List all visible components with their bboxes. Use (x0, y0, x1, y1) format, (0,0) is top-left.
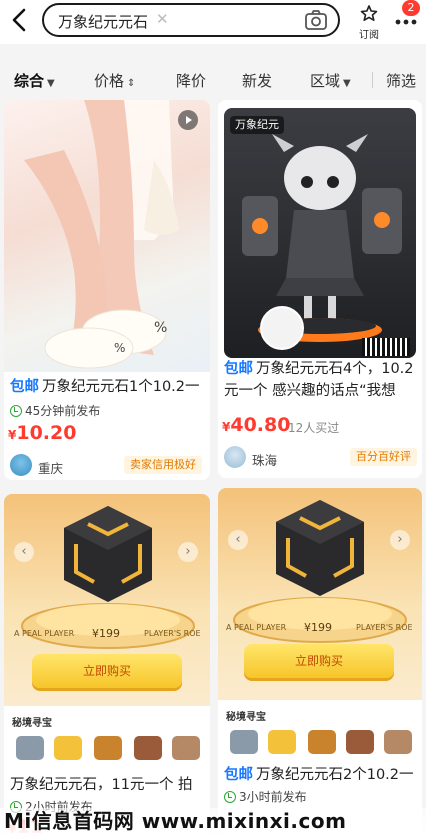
buy-now-button[interactable]: 立即购买 (244, 644, 394, 678)
seller-avatar[interactable] (10, 454, 32, 476)
sort-price[interactable]: 价格 ⇕ (94, 70, 135, 91)
svg-text:A PEAL PLAYER: A PEAL PLAYER (226, 623, 287, 632)
product-card[interactable]: 万象纪元 包邮 万象纪元元石4个，10.2元一个 感兴趣的话点“我想 ¥40.80… (218, 100, 422, 478)
site-watermark: Mi信息首码网 www.mixinxi.com (0, 808, 426, 834)
prize-icon (384, 730, 412, 754)
seller-avatar[interactable] (224, 446, 246, 468)
notification-badge: 2 (402, 0, 420, 16)
svg-text:PLAYER'S ROE: PLAYER'S ROE (356, 623, 413, 632)
product-title: 包邮 万象纪元元石4个，10.2元一个 感兴趣的话点“我想 (224, 361, 414, 399)
clock-icon (10, 405, 22, 417)
product-title: 万象纪元元石，11元一个 拍 (10, 777, 193, 793)
product-card[interactable]: A PEAL PLAYER PLAYER'S ROE ¥199 ‹ › 立即购买… (218, 488, 422, 834)
prize-icon (94, 736, 122, 760)
publish-time: 3小时前发布 (224, 788, 307, 805)
qr-code (362, 338, 410, 356)
price: ¥40.80 (222, 414, 291, 436)
prize-strip-title: 秘境寻宝 (12, 718, 52, 729)
legs-photo-illustration: % % (24, 100, 179, 369)
product-title: 包邮 万象纪元元石1个10.2一 (10, 379, 200, 395)
next-arrow-icon[interactable]: › (390, 530, 410, 550)
prev-arrow-icon[interactable]: ‹ (14, 542, 34, 562)
prize-strip-title: 秘境寻宝 (226, 712, 266, 723)
back-arrow-icon[interactable] (6, 6, 34, 34)
promo-image: A PEAL PLAYER PLAYER'S ROE ¥199 ‹ › 立即购买 (4, 494, 210, 712)
svg-text:A PEAL PLAYER: A PEAL PLAYER (14, 629, 75, 638)
clock-icon (224, 791, 236, 803)
prize-icon (54, 736, 82, 760)
buyers-count: 12人买过 (288, 421, 340, 435)
seller-photo-avatar (260, 306, 304, 350)
brand-overlay-label: 万象纪元 (230, 116, 284, 134)
sort-comprehensive[interactable]: 综合 ▼ (14, 70, 55, 91)
robot-figure-illustration (242, 134, 402, 342)
svg-text:¥199: ¥199 (92, 627, 120, 640)
product-card[interactable]: A PEAL PLAYER PLAYER'S ROE ¥199 ‹ › 立即购买… (4, 494, 210, 834)
product-title: 包邮 万象纪元元石2个10.2一 (224, 767, 414, 783)
next-arrow-icon[interactable]: › (178, 542, 198, 562)
video-play-icon[interactable] (178, 110, 198, 130)
filter-button[interactable]: 筛选 (386, 70, 416, 91)
pin-star-icon (360, 5, 378, 21)
prize-icon (230, 730, 258, 754)
svg-text:PLAYER'S ROE: PLAYER'S ROE (144, 629, 201, 638)
price: ¥10.20 (8, 422, 77, 444)
prize-icon (268, 730, 296, 754)
sort-divider (372, 72, 373, 88)
sort-price-drop[interactable]: 降价 (176, 70, 206, 91)
seller-location: 珠海 (252, 453, 278, 468)
sort-region[interactable]: 区域 ▼ (310, 70, 351, 91)
promo-image: A PEAL PLAYER PLAYER'S ROE ¥199 ‹ › 立即购买 (218, 488, 422, 706)
credit-badge: 卖家信用极好 (124, 456, 202, 474)
prize-icon (346, 730, 374, 754)
buy-now-button[interactable]: 立即购买 (32, 654, 182, 688)
svg-text:%: % (154, 320, 167, 336)
sort-bar: 综合 ▼ 价格 ⇕ 降价 新发 区域 ▼ 筛选 (0, 58, 426, 100)
prize-icon (308, 730, 336, 754)
product-image: % % (4, 100, 210, 372)
search-input[interactable]: 万象纪元元石 ✕ (42, 3, 340, 37)
svg-text:%: % (114, 341, 125, 355)
prev-arrow-icon[interactable]: ‹ (228, 530, 248, 550)
seller-location: 重庆 (38, 461, 64, 476)
prize-icon (16, 736, 44, 760)
subscribe-label: 订阅 (359, 30, 379, 41)
prize-icon (134, 736, 162, 760)
prize-icon (172, 736, 200, 760)
svg-text:¥199: ¥199 (304, 621, 332, 634)
publish-time: 45分钟前发布 (10, 402, 100, 419)
subscribe-button[interactable]: 订阅 (352, 4, 386, 41)
sort-newest[interactable]: 新发 (242, 70, 272, 91)
camera-icon[interactable] (304, 9, 328, 31)
top-header: 万象纪元元石 ✕ 订阅 2 (0, 0, 426, 44)
product-image: 万象纪元 (224, 108, 416, 358)
clear-search-icon[interactable]: ✕ (156, 10, 169, 28)
product-card[interactable]: % % 包邮 万象纪元元石1个10.2一 45分钟前发布 ¥10.20 重庆 卖家… (4, 100, 210, 480)
search-query-text: 万象纪元元石 (58, 13, 149, 31)
credit-badge: 百分百好评 (350, 448, 417, 466)
